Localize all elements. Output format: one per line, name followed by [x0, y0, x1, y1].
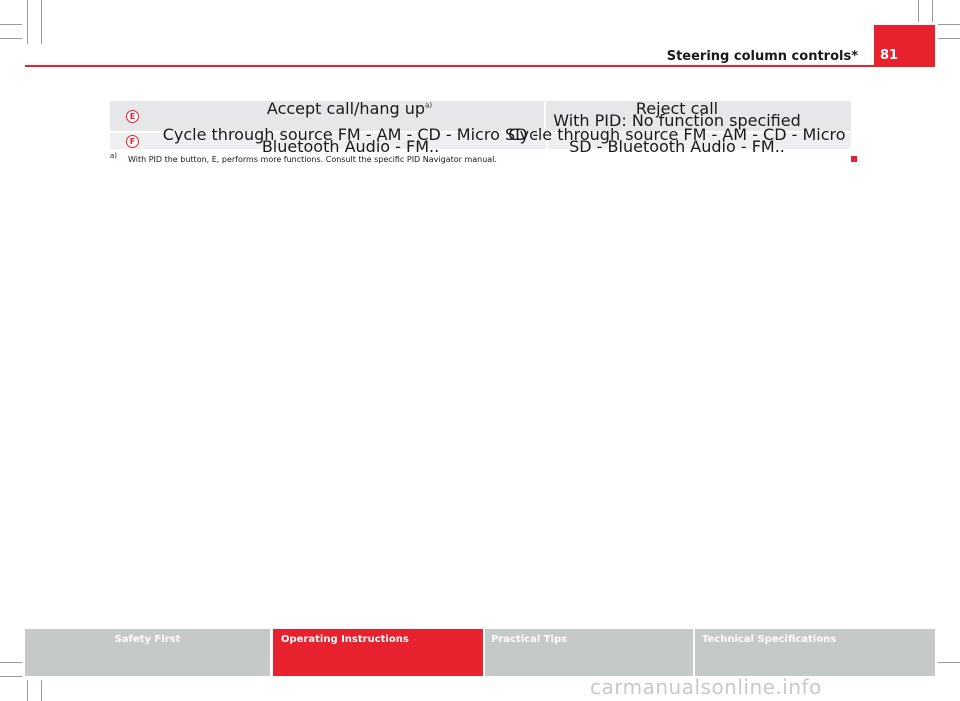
cell-text-main: Accept call/hang up: [266, 99, 426, 118]
footnote-text: With PID the button, E, performs more fu…: [128, 155, 497, 164]
crop-mark: [938, 38, 960, 39]
cell-text: Accept call/hang upa): [267, 101, 433, 117]
crop-mark: [27, 680, 28, 701]
nav-tab-label: Technical Specifications: [702, 634, 837, 645]
nav-tab-practical-tips[interactable]: Practical Tips: [485, 629, 693, 676]
nav-tab-operating-instructions[interactable]: Operating Instructions: [273, 629, 483, 676]
watermark: carmanualsonline.info: [590, 675, 822, 699]
nav-tab-safety-first[interactable]: Safety First: [25, 629, 270, 676]
nav-tab-technical-specifications[interactable]: Technical Specifications: [695, 629, 935, 676]
section-title: Steering column controls*: [666, 49, 858, 64]
footnote-ref: a): [425, 101, 433, 110]
nav-tab-label: Practical Tips: [491, 634, 568, 645]
crop-mark: [938, 24, 960, 25]
page-number: 81: [880, 48, 899, 63]
crop-mark: [918, 0, 919, 22]
key-badge: E: [126, 109, 139, 123]
crop-mark: [41, 0, 42, 44]
nav-tab-label: Safety First: [114, 634, 181, 645]
row-key-cell: E: [110, 101, 155, 131]
crop-mark: [0, 24, 22, 25]
cell-text: Cycle through source FM - AM - CD - Micr…: [508, 125, 846, 156]
row-key-cell: F: [110, 133, 155, 149]
cell-text: Cycle through source FM - AM - CD - Micr…: [162, 125, 539, 156]
nav-tab-label: Operating Instructions: [281, 634, 409, 645]
footnote-mark: a): [110, 152, 118, 160]
crop-mark: [27, 0, 28, 44]
header-rule: [25, 65, 935, 67]
crop-mark: [938, 662, 960, 663]
crop-mark: [0, 38, 22, 39]
crop-mark: [0, 662, 22, 663]
crop-mark: [41, 680, 42, 701]
crop-mark: [0, 676, 22, 677]
key-badge: F: [126, 134, 139, 148]
table-row: F Cycle through source FM - AM - CD - Mi…: [110, 127, 851, 155]
table-cell: Cycle through source FM - AM - CD - Micr…: [503, 127, 851, 155]
crop-mark: [932, 0, 933, 22]
section-end-marker: [851, 156, 857, 162]
table-cell: Cycle through source FM - AM - CD - Micr…: [155, 127, 548, 155]
